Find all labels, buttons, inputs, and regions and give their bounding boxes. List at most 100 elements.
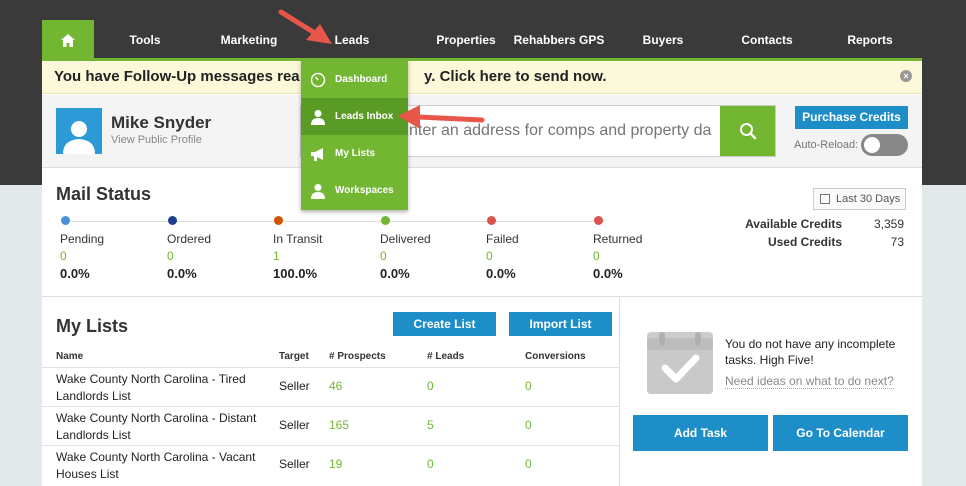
list-leads[interactable]: 0 bbox=[427, 457, 434, 471]
menu-item-my-lists[interactable]: My Lists bbox=[301, 135, 408, 172]
auto-reload-toggle[interactable] bbox=[861, 134, 908, 156]
header-conversions[interactable]: Conversions bbox=[525, 351, 586, 362]
credit-label: Used Credits bbox=[767, 235, 842, 249]
profile-row: Mike Snyder View Public Profile Purchase… bbox=[42, 95, 922, 168]
list-prospects[interactable]: 19 bbox=[329, 457, 342, 471]
nav-buyers[interactable]: Buyers bbox=[634, 20, 692, 60]
status-percent: 0.0% bbox=[60, 266, 90, 281]
search-icon bbox=[739, 123, 756, 140]
notice-text-start[interactable]: You have Follow-Up messages rea bbox=[54, 68, 300, 85]
menu-item-workspaces[interactable]: Workspaces bbox=[301, 172, 408, 209]
status-failed: Failed 0 0.0% bbox=[486, 216, 586, 281]
status-label: Ordered bbox=[167, 232, 212, 246]
used-credits-row: Used Credits 73 bbox=[722, 235, 904, 253]
menu-item-label: Leads Inbox bbox=[335, 111, 394, 122]
status-ordered: Ordered 0 0.0% bbox=[167, 216, 267, 281]
list-conversions[interactable]: 0 bbox=[525, 418, 532, 432]
status-dot bbox=[168, 216, 177, 225]
status-count: 0 bbox=[593, 249, 600, 263]
calendar-check-graphic bbox=[647, 332, 713, 394]
nav-reports[interactable]: Reports bbox=[840, 20, 900, 60]
nav-marketing[interactable]: Marketing bbox=[212, 20, 286, 60]
table-row[interactable]: Wake County North Carolina - Vacant Hous… bbox=[42, 445, 620, 484]
header-prospects[interactable]: # Prospects bbox=[329, 351, 386, 362]
calendar-check-icon bbox=[647, 332, 713, 394]
list-leads[interactable]: 0 bbox=[427, 379, 434, 393]
no-tasks-message: You do not have any incomplete tasks. Hi… bbox=[725, 337, 896, 367]
status-percent: 0.0% bbox=[486, 266, 516, 281]
home-icon bbox=[61, 33, 75, 47]
status-label: Delivered bbox=[380, 232, 431, 246]
close-icon[interactable]: × bbox=[900, 70, 912, 82]
add-task-button[interactable]: Add Task bbox=[633, 415, 768, 451]
nav-rehabbers-gps[interactable]: Rehabbers GPS bbox=[512, 20, 606, 60]
go-to-calendar-button[interactable]: Go To Calendar bbox=[773, 415, 908, 451]
menu-item-dashboard[interactable]: Dashboard bbox=[301, 61, 408, 98]
menu-item-label: Dashboard bbox=[335, 74, 388, 85]
import-list-button[interactable]: Import List bbox=[509, 312, 612, 336]
profile-name: Mike Snyder bbox=[111, 113, 212, 132]
list-target: Seller bbox=[279, 379, 310, 393]
nav-tools[interactable]: Tools bbox=[114, 20, 176, 60]
list-prospects[interactable]: 46 bbox=[329, 379, 342, 393]
person-icon bbox=[310, 109, 326, 125]
status-dot bbox=[381, 216, 390, 225]
status-delivered: Delivered 0 0.0% bbox=[380, 216, 480, 281]
status-percent: 0.0% bbox=[380, 266, 410, 281]
status-dot bbox=[61, 216, 70, 225]
date-range-button[interactable]: Last 30 Days bbox=[813, 188, 906, 210]
user-silhouette-icon bbox=[63, 121, 95, 154]
status-pending: Pending 0 0.0% bbox=[60, 216, 160, 281]
status-percent: 0.0% bbox=[593, 266, 623, 281]
list-name[interactable]: Wake County North Carolina - Distant Lan… bbox=[56, 410, 276, 444]
status-percent: 100.0% bbox=[273, 266, 318, 281]
dashboard-icon bbox=[310, 72, 326, 88]
menu-item-label: My Lists bbox=[335, 148, 376, 159]
table-row[interactable]: Wake County North Carolina - Tired Landl… bbox=[42, 367, 620, 406]
nav-contacts[interactable]: Contacts bbox=[732, 20, 802, 60]
list-leads[interactable]: 5 bbox=[427, 418, 434, 432]
calendar-icon bbox=[820, 194, 830, 204]
nav-leads[interactable]: Leads bbox=[322, 20, 382, 60]
my-lists-title: My Lists bbox=[56, 316, 129, 336]
status-label: Returned bbox=[593, 232, 643, 246]
person-icon bbox=[310, 183, 326, 199]
list-name[interactable]: Wake County North Carolina - Tired Landl… bbox=[56, 371, 276, 405]
credit-label: Available Credits bbox=[745, 217, 842, 231]
create-list-button[interactable]: Create List bbox=[393, 312, 496, 336]
toggle-knob bbox=[864, 137, 880, 153]
auto-reload-label: Auto-Reload: bbox=[794, 139, 859, 151]
list-target: Seller bbox=[279, 418, 310, 432]
menu-item-leads-inbox[interactable]: Leads Inbox bbox=[301, 98, 408, 135]
menu-item-label: Workspaces bbox=[335, 185, 394, 196]
list-name[interactable]: Wake County North Carolina - Vacant Hous… bbox=[56, 449, 276, 483]
purchase-credits-button[interactable]: Purchase Credits bbox=[795, 106, 908, 129]
status-in-transit: In Transit 1 100.0% bbox=[273, 216, 373, 281]
mail-status-section: Mail Status Pending 0 0.0% Ordered 0 0.0… bbox=[42, 169, 922, 297]
notice-text-end[interactable]: y. Click here to send now. bbox=[424, 68, 607, 85]
table-row[interactable]: Wake County North Carolina - Distant Lan… bbox=[42, 406, 620, 445]
status-dot bbox=[487, 216, 496, 225]
status-percent: 0.0% bbox=[167, 266, 197, 281]
main-nav: Tools Marketing Leads Properties Rehabbe… bbox=[42, 20, 922, 60]
header-target[interactable]: Target bbox=[279, 351, 309, 362]
status-returned: Returned 0 0.0% bbox=[593, 216, 693, 281]
search-button[interactable] bbox=[720, 106, 775, 156]
view-public-profile-link[interactable]: View Public Profile bbox=[111, 134, 202, 146]
nav-properties[interactable]: Properties bbox=[422, 20, 510, 60]
credits-summary: Available Credits 3,359 Used Credits 73 bbox=[722, 217, 904, 253]
task-ideas-link[interactable]: Need ideas on what to do next? bbox=[725, 374, 894, 389]
list-target: Seller bbox=[279, 457, 310, 471]
header-name[interactable]: Name bbox=[56, 351, 83, 362]
status-label: Failed bbox=[486, 232, 519, 246]
status-dot bbox=[594, 216, 603, 225]
follow-up-notice[interactable]: You have Follow-Up messages rea y. Click… bbox=[42, 61, 922, 94]
header-leads[interactable]: # Leads bbox=[427, 351, 464, 362]
main-panel: You have Follow-Up messages rea y. Click… bbox=[42, 61, 922, 486]
leads-dropdown-menu: Dashboard Leads Inbox My Lists Workspace… bbox=[301, 60, 408, 210]
list-prospects[interactable]: 165 bbox=[329, 418, 349, 432]
nav-home[interactable] bbox=[42, 20, 94, 60]
list-conversions[interactable]: 0 bbox=[525, 379, 532, 393]
list-conversions[interactable]: 0 bbox=[525, 457, 532, 471]
status-label: In Transit bbox=[273, 232, 323, 246]
